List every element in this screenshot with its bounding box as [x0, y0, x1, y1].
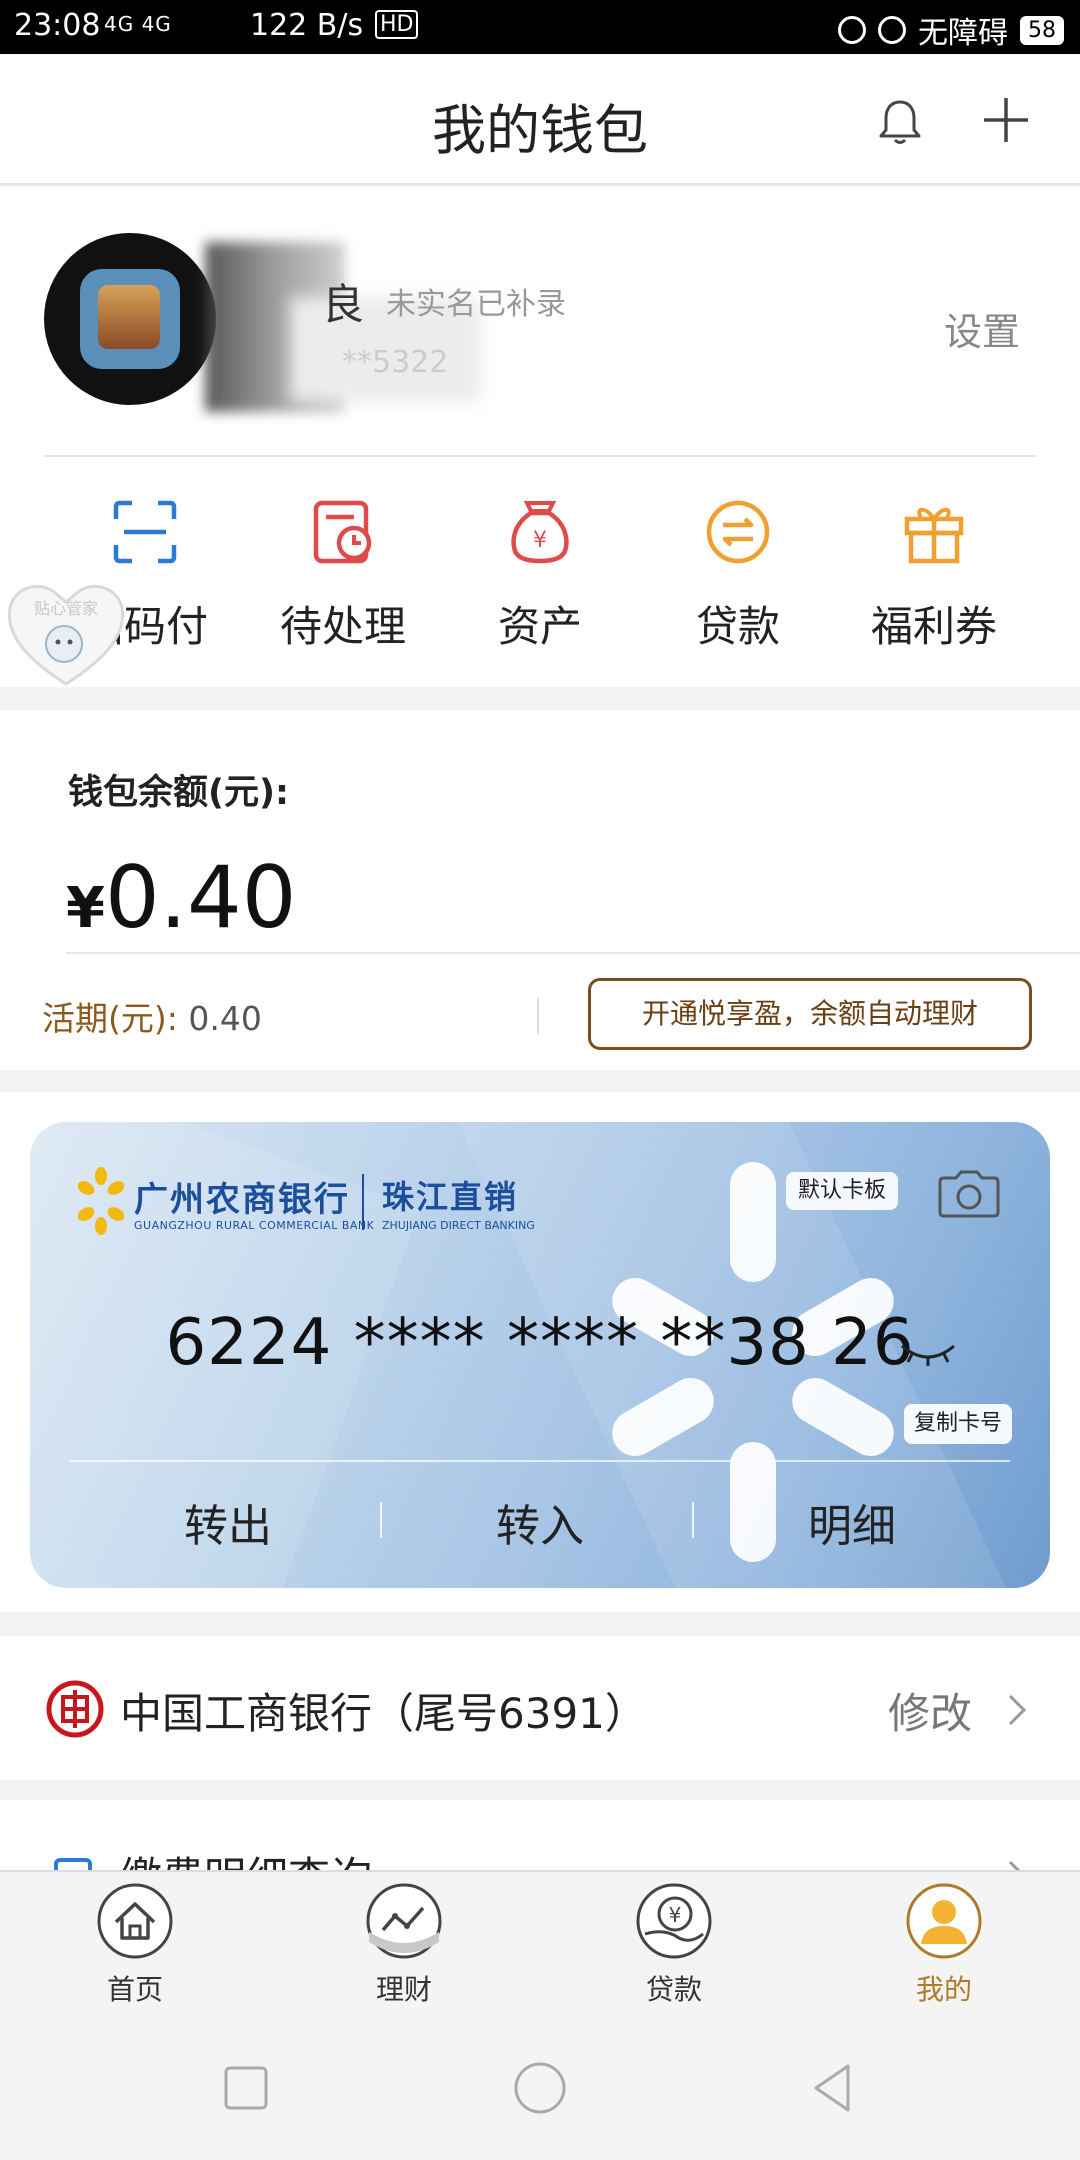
details-button[interactable]: 明细	[808, 1490, 896, 1554]
chart-icon	[366, 1883, 442, 1959]
pending-icon	[313, 500, 372, 564]
action-label: 资产	[497, 602, 582, 651]
tab-label: 我的	[915, 1973, 972, 2006]
action-assets[interactable]: ¥ 资产	[440, 497, 640, 654]
bank-card[interactable]: 广州农商银行 GUANGZHOU RURAL COMMERCIAL BANK 珠…	[30, 1122, 1050, 1588]
lock-rotation-icon	[838, 16, 866, 44]
loan-icon: ¥	[636, 1883, 712, 1959]
action-coupons[interactable]: 福利券	[834, 497, 1034, 654]
divider	[692, 1502, 694, 1538]
payment-details-label: 缴费明细查询	[120, 1844, 372, 1872]
action-pending[interactable]: 待处理	[243, 497, 443, 654]
bank-logo-icon	[78, 1167, 124, 1235]
tab-label: 贷款	[645, 1973, 702, 2006]
modify-link[interactable]: 修改	[888, 1680, 972, 1741]
divider	[380, 1502, 382, 1538]
accessibility-label: 无障碍	[918, 16, 1008, 51]
scan-icon	[113, 500, 177, 564]
card-section: 广州农商银行 GUANGZHOU RURAL COMMERCIAL BANK 珠…	[0, 1092, 1080, 1612]
tab-mine[interactable]: 我的	[844, 1882, 1044, 2008]
exchange-icon	[706, 500, 770, 564]
balance-label: 钱包余额(元):	[68, 773, 289, 813]
bottom-tab-bar: 首页 理财 ¥ 贷款 我的	[0, 1870, 1080, 2016]
avatar[interactable]	[44, 233, 216, 405]
copy-card-number-button[interactable]: 复制卡号	[904, 1404, 1013, 1444]
tab-label: 首页	[106, 1973, 163, 2006]
header: 我的钱包	[0, 54, 1080, 185]
tab-home[interactable]: 首页	[35, 1882, 235, 2008]
user-icon	[906, 1883, 982, 1959]
current-label: 活期(元):	[42, 999, 178, 1038]
verify-status: 未实名已补录	[386, 287, 566, 322]
balance-value: 0.40	[104, 848, 297, 948]
recent-apps-icon[interactable]	[216, 2058, 276, 2118]
direct-bank-name: 珠江直销	[382, 1178, 519, 1216]
payment-details-row[interactable]: 缴费明细查询	[0, 1800, 1080, 1872]
tab-wealth[interactable]: 理财	[304, 1882, 504, 2008]
divider	[362, 1174, 364, 1230]
tab-loan[interactable]: ¥ 贷款	[574, 1882, 774, 2008]
floating-helper-icon[interactable]: 贴心管家	[2, 572, 130, 692]
balance-section: 钱包余额(元): ¥0.40 活期(元): 0.40 开通悦享盈，余额自动理财	[0, 710, 1080, 1070]
status-bar: 23:08 4G 4G 122 B/s HD 无障碍 58	[0, 0, 1080, 54]
action-label: 贷款	[695, 602, 780, 651]
avatar-image	[98, 285, 160, 349]
home-icon	[97, 1883, 173, 1959]
home-button-icon[interactable]	[510, 2058, 570, 2118]
linked-bank-row[interactable]: 中国工商银行（尾号6391） 修改	[0, 1636, 1080, 1780]
current-balance: 活期(元): 0.40	[42, 992, 262, 1040]
bell-icon[interactable]	[872, 94, 928, 150]
direct-bank-name-en: ZHUJIANG DIRECT BANKING	[382, 1219, 535, 1232]
tab-label: 理财	[375, 1973, 432, 2006]
back-icon[interactable]	[804, 2058, 864, 2118]
status-time: 23:08	[14, 8, 101, 43]
system-nav-bar	[0, 2016, 1080, 2160]
linked-bank-name: 中国工商银行（尾号6391）	[120, 1689, 647, 1738]
plus-icon[interactable]	[978, 92, 1034, 148]
current-value: 0.40	[188, 999, 262, 1038]
svg-text:¥: ¥	[533, 528, 547, 553]
balance-amount: ¥0.40	[66, 848, 296, 948]
money-bag-icon: ¥	[511, 501, 569, 564]
icbc-logo-icon	[46, 1680, 104, 1738]
floating-helper-label: 贴心管家	[34, 599, 98, 618]
profile-section: 良 未实名已补录 **5322 设置 扫码付 待处理 ¥ 资产 贷款 福利券	[0, 187, 1080, 687]
divider	[44, 455, 1036, 457]
svg-text:¥: ¥	[669, 1903, 682, 1927]
chevron-right-icon	[1008, 1694, 1027, 1726]
action-label: 福利券	[870, 602, 997, 651]
default-card-badge[interactable]: 默认卡板	[786, 1172, 899, 1210]
status-right: 无障碍 58	[838, 8, 1064, 52]
action-loan[interactable]: 贷款	[638, 497, 838, 654]
camera-icon[interactable]	[936, 1168, 1002, 1218]
app-root: 23:08 4G 4G 122 B/s HD 无障碍 58 我的钱包 良 未实名…	[0, 0, 1080, 2160]
divider	[70, 1460, 1010, 1462]
divider	[66, 952, 1080, 954]
user-phone: **5322	[342, 345, 449, 380]
currency-symbol: ¥	[66, 876, 105, 941]
bank-name: 广州农商银行	[134, 1180, 350, 1220]
hd-icon: HD	[375, 10, 419, 39]
card-number: 6224 **** **** **38 26	[165, 1306, 915, 1380]
gift-icon	[904, 507, 964, 564]
user-name: 良	[322, 280, 365, 329]
network-speed: 122 B/s	[250, 8, 364, 43]
bank-name-en: GUANGZHOU RURAL COMMERCIAL BANK	[134, 1219, 375, 1232]
action-label: 待处理	[279, 602, 406, 651]
settings-link[interactable]: 设置	[944, 301, 1020, 356]
battery-icon: 58	[1020, 15, 1064, 45]
signal-indicator: 4G 4G	[104, 12, 172, 36]
divider	[537, 998, 539, 1034]
transfer-out-button[interactable]: 转出	[184, 1490, 272, 1554]
auto-invest-button[interactable]: 开通悦享盈，余额自动理财	[588, 978, 1032, 1050]
eye-closed-icon[interactable]	[898, 1338, 958, 1368]
quick-actions: 扫码付 待处理 ¥ 资产 贷款 福利券	[0, 497, 1080, 651]
transfer-in-button[interactable]: 转入	[496, 1490, 584, 1554]
alarm-icon	[878, 16, 906, 44]
